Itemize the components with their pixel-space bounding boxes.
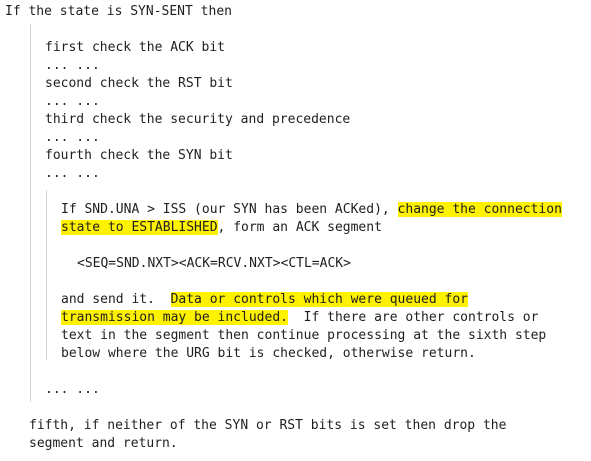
para2-line3: text in the segment then continue proces… [61,328,547,343]
highlight-text: state to ESTABLISHED [61,220,218,235]
highlight-text: Data or controls which were queued for [170,292,468,307]
step-first: first check the ACK bit [45,40,226,55]
step-fourth: fourth check the SYN bit [45,148,233,163]
para2-line2: transmission may be included. If there a… [61,309,538,327]
fifth-line1: fifth, if neither of the SYN or RST bits… [29,418,507,433]
para2-line4: below where the URG bit is checked, othe… [61,346,476,361]
para2-line1: and send it. Data or controls which were… [61,291,468,309]
highlight-text: change the connection [397,202,562,217]
ellipsis: ... ... [45,382,100,397]
highlight-text: transmission may be included. [61,310,288,325]
para2-text: If there are other controls or [287,310,539,325]
fifth-line2: segment and return. [29,436,178,451]
para1-text: , form an ACK segment [217,220,382,235]
ellipsis: ... ... [45,166,100,181]
ellipsis: ... ... [45,58,100,73]
para2-text: and send it. [61,292,171,307]
para1-text: If SND.UNA > ISS (our SYN has been ACKed… [61,202,398,217]
segment-format: <SEQ=SND.NXT><ACK=RCV.NXT><CTL=ACK> [77,256,351,271]
para1-line2: state to ESTABLISHED, form an ACK segmen… [61,219,382,237]
indent-guide-outer [30,24,31,402]
para1-line1: If SND.UNA > ISS (our SYN has been ACKed… [61,201,562,219]
indent-guide-inner [46,190,47,360]
heading: If the state is SYN-SENT then [5,4,232,19]
ellipsis: ... ... [45,130,100,145]
step-third: third check the security and precedence [45,112,351,127]
step-second: second check the RST bit [45,76,233,91]
ellipsis: ... ... [45,94,100,109]
